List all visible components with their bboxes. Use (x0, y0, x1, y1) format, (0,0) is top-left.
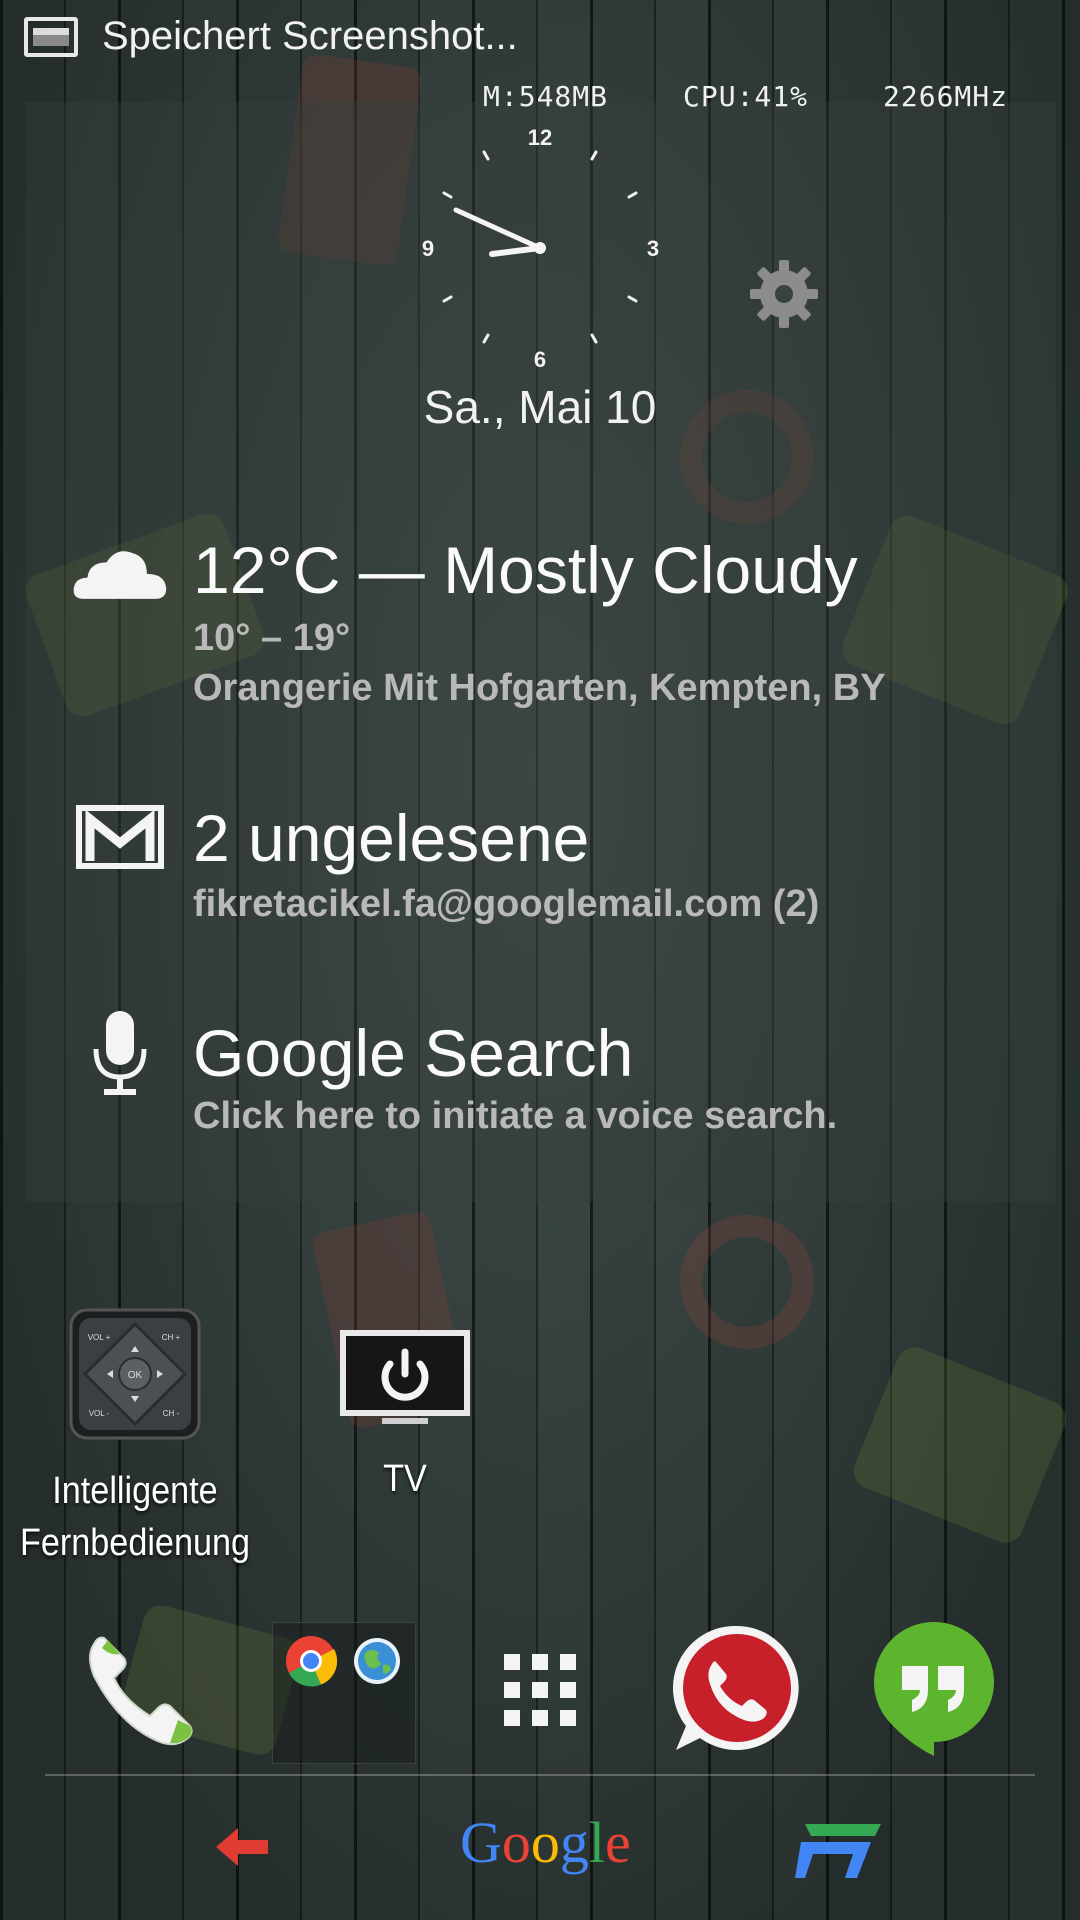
remote-ch-plus-label: CH + (162, 1333, 181, 1342)
settings-gear-icon[interactable] (748, 258, 820, 330)
weather-title: 12°C — Mostly Cloudy (193, 533, 858, 607)
dock-folder[interactable] (272, 1622, 416, 1764)
clock-minute-hand (489, 245, 543, 257)
remote-vol-minus-label: VOL - (89, 1409, 110, 1418)
tv-power-icon (340, 1330, 470, 1424)
weather-location: Orangerie Mit Hofgarten, Kempten, BY (193, 667, 886, 709)
clock-number-9: 9 (422, 236, 434, 261)
cpu-readout: CPU:41% (683, 80, 809, 113)
chrome-icon (286, 1636, 337, 1687)
status-notification-text: Speichert Screenshot... (102, 14, 518, 58)
dock-divider (45, 1774, 1035, 1776)
gmail-account: fikretacikel.fa@googlemail.com (2) (193, 883, 820, 925)
analog-clock[interactable]: 12 3 6 9 (420, 115, 660, 375)
clock-number-12: 12 (528, 125, 552, 150)
back-arrow-icon[interactable] (212, 1824, 272, 1870)
phone-icon[interactable] (80, 1628, 200, 1748)
remote-vol-plus-label: VOL + (88, 1333, 111, 1342)
voice-search-title: Google Search (193, 1016, 634, 1090)
remote-control-icon: OK VOL + CH + VOL - CH - (69, 1308, 201, 1440)
clock-face: 12 3 6 9 (422, 125, 659, 372)
recents-icon[interactable] (795, 1820, 887, 1882)
clock-number-6: 6 (534, 347, 546, 372)
frequency-readout: 2266MHz (883, 80, 1009, 113)
google-logo: Google (460, 1810, 631, 1875)
app-label-line1: Intelligente (52, 1470, 218, 1512)
app-label-line2: Fernbedienung (19, 1522, 251, 1564)
remote-ch-minus-label: CH - (163, 1409, 180, 1418)
app-label-line1: TV (383, 1458, 427, 1500)
browser-globe-icon (354, 1638, 400, 1684)
gmail-icon (76, 805, 164, 869)
gmail-unread-count: 2 ungelesene (193, 801, 590, 875)
clock-hour-hand (453, 207, 543, 251)
voice-search-subtitle: Click here to initiate a voice search. (193, 1095, 838, 1137)
app-drawer-grid-icon[interactable] (504, 1654, 576, 1726)
app-intelligent-remote[interactable]: OK VOL + CH + VOL - CH - Intelligente Fe… (0, 1308, 270, 1569)
wallpaper-disc (680, 1215, 814, 1349)
microphone-icon (93, 1011, 147, 1095)
memory-readout: M:548MB (483, 80, 609, 113)
status-bar: Speichert Screenshot... (0, 0, 1080, 75)
hangouts-icon[interactable] (870, 1618, 998, 1758)
app-tv[interactable]: TV (270, 1328, 540, 1505)
clock-date: Sa., Mai 10 (423, 381, 657, 433)
whatsapp-icon[interactable] (670, 1622, 804, 1756)
cloud-icon (73, 551, 167, 599)
google-button[interactable]: Google (460, 1808, 631, 1878)
screenshot-notification-icon (24, 17, 78, 57)
weather-temp-range: 10° – 19° (193, 617, 351, 659)
clock-number-3: 3 (647, 236, 659, 261)
remote-ok-label: OK (128, 1370, 143, 1381)
wallpaper-card (848, 1341, 1072, 1549)
